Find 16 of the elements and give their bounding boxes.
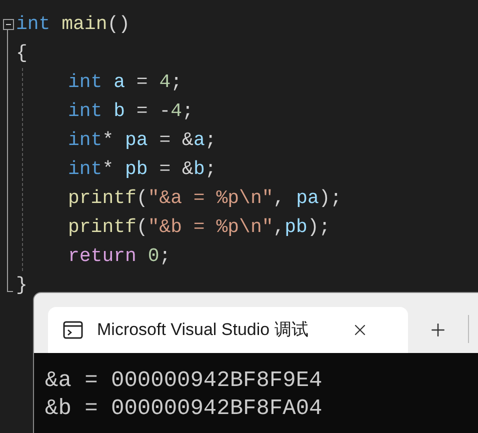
- code-line: int* pb = &b;: [68, 157, 216, 182]
- tab-title: Microsoft Visual Studio 调试: [97, 319, 310, 342]
- collapse-icon[interactable]: [2, 19, 14, 30]
- code-line: int a = 4;: [68, 70, 182, 95]
- code-line: }: [16, 273, 28, 298]
- code-line: int main(): [16, 12, 130, 37]
- code-line: printf("&b = %p\n",pb);: [68, 215, 330, 240]
- code-line: int b = -4;: [68, 99, 194, 124]
- code-line: {: [16, 41, 28, 66]
- output-line: &b = 000000942BF8FA04: [45, 395, 322, 423]
- code-line: int* pa = &a;: [68, 128, 216, 153]
- output-line: &a = 000000942BF8F9E4: [45, 367, 322, 395]
- code-line: return 0;: [68, 244, 171, 269]
- console-icon: [63, 321, 83, 339]
- terminal-tab[interactable]: Microsoft Visual Studio 调试: [48, 307, 408, 353]
- code-line: printf("&a = %p\n", pa);: [68, 186, 342, 211]
